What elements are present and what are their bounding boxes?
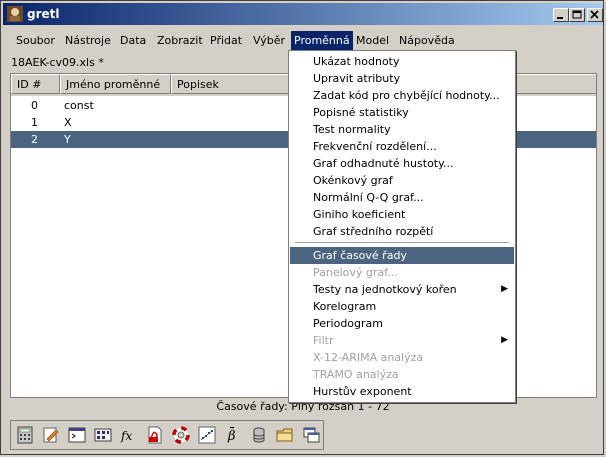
menu-item-panel-plot[interactable]: Panelový graf... bbox=[290, 264, 514, 281]
menu-item-qq-plot[interactable]: Normální Q-Q graf... bbox=[290, 189, 514, 206]
console-icon[interactable] bbox=[67, 425, 87, 445]
menu-item-normality-test[interactable]: Test normality bbox=[290, 121, 514, 138]
cell-id: 2 bbox=[31, 133, 38, 146]
cell-name: const bbox=[64, 99, 94, 112]
menu-item-x12-arima[interactable]: X-12-ARIMA analýza bbox=[290, 349, 514, 366]
menu-nastroje[interactable]: Nástroje bbox=[62, 31, 114, 51]
menu-item-filter[interactable]: Filtr ▶ bbox=[290, 332, 514, 349]
menu-zobrazit[interactable]: Zobrazit bbox=[154, 31, 206, 51]
svg-text:fx: fx bbox=[120, 429, 132, 443]
beta-model-icon[interactable]: β bbox=[223, 425, 243, 445]
menu-item-unit-root-tests-label: Testy na jednotkový kořen bbox=[313, 283, 457, 296]
menu-item-missing-code[interactable]: Zadat kód pro chybějící hodnoty... bbox=[290, 87, 514, 104]
menu-item-tramo[interactable]: TRAMO analýza bbox=[290, 366, 514, 383]
windows-icon[interactable] bbox=[301, 425, 321, 445]
title-bar: gretl bbox=[3, 3, 603, 25]
menu-item-edit-attributes[interactable]: Upravit atributy bbox=[290, 70, 514, 87]
menu-item-gini[interactable]: Giniho koeficient bbox=[290, 206, 514, 223]
minimize-button[interactable] bbox=[553, 8, 569, 22]
data-file-label: 18AEK-cv09.xls * bbox=[11, 56, 104, 69]
menu-item-density-plot[interactable]: Graf odhadnuté hustoty... bbox=[290, 155, 514, 172]
function-icon[interactable]: fx bbox=[119, 425, 139, 445]
edit-script-icon[interactable] bbox=[41, 425, 61, 445]
menu-item-summary-stats[interactable]: Popisné statistiky bbox=[290, 104, 514, 121]
svg-text:β: β bbox=[227, 429, 236, 444]
minimize-icon bbox=[557, 17, 563, 19]
toolbar: fx β bbox=[10, 420, 324, 450]
maximize-icon bbox=[572, 10, 582, 19]
menu-item-hurst-exponent[interactable]: Hurstův exponent bbox=[290, 383, 514, 400]
window-title: gretl bbox=[27, 7, 60, 21]
menu-item-filter-label: Filtr bbox=[313, 334, 334, 347]
cell-name: Y bbox=[64, 133, 71, 146]
calculator-icon[interactable] bbox=[15, 425, 35, 445]
menu-item-time-series-plot[interactable]: Graf časové řady bbox=[290, 247, 514, 264]
close-button[interactable] bbox=[587, 8, 603, 22]
close-icon bbox=[590, 10, 599, 19]
menu-vyber[interactable]: Výběr bbox=[250, 31, 288, 51]
menu-soubor[interactable]: Soubor bbox=[13, 31, 58, 51]
menu-item-show-values[interactable]: Ukázat hodnoty bbox=[290, 53, 514, 70]
scatter-plot-icon[interactable] bbox=[197, 425, 217, 445]
menu-napoveda[interactable]: Nápověda bbox=[396, 31, 458, 51]
column-header-name[interactable]: Jméno proměnné bbox=[60, 74, 171, 94]
menu-item-periodogram[interactable]: Periodogram bbox=[290, 315, 514, 332]
menu-item-frequency-distribution[interactable]: Frekvenční rozdělení... bbox=[290, 138, 514, 155]
database-icon[interactable] bbox=[249, 425, 269, 445]
maximize-button[interactable] bbox=[569, 8, 585, 22]
gretl-app-icon bbox=[7, 6, 23, 22]
menu-promenna[interactable]: Proměnná bbox=[291, 31, 353, 51]
menu-item-range-mean[interactable]: Graf středního rozpětí bbox=[290, 223, 514, 240]
variable-menu-dropdown: Ukázat hodnoty Upravit atributy Zadat kó… bbox=[288, 50, 516, 403]
menu-data[interactable]: Data bbox=[117, 31, 149, 51]
menu-item-unit-root-tests[interactable]: Testy na jednotkový kořen ▶ bbox=[290, 281, 514, 298]
menu-item-boxplot[interactable]: Okénkový graf bbox=[290, 172, 514, 189]
cell-id: 1 bbox=[31, 116, 38, 129]
menu-bar: Soubor Nástroje Data Zobrazit Přidat Výb… bbox=[9, 31, 601, 51]
menu-separator bbox=[295, 242, 509, 244]
menu-item-correlogram[interactable]: Korelogram bbox=[290, 298, 514, 315]
cell-name: X bbox=[64, 116, 72, 129]
menu-pridat[interactable]: Přidat bbox=[207, 31, 245, 51]
session-icons-icon[interactable] bbox=[93, 425, 113, 445]
submenu-arrow-icon: ▶ bbox=[501, 335, 508, 345]
lifebuoy-help-icon[interactable] bbox=[171, 425, 191, 445]
cell-id: 0 bbox=[31, 99, 38, 112]
menu-model[interactable]: Model bbox=[353, 31, 392, 51]
submenu-arrow-icon: ▶ bbox=[501, 284, 508, 294]
column-header-id[interactable]: ID # bbox=[11, 74, 60, 94]
pdf-help-icon[interactable] bbox=[145, 425, 165, 445]
folder-icon[interactable] bbox=[275, 425, 295, 445]
